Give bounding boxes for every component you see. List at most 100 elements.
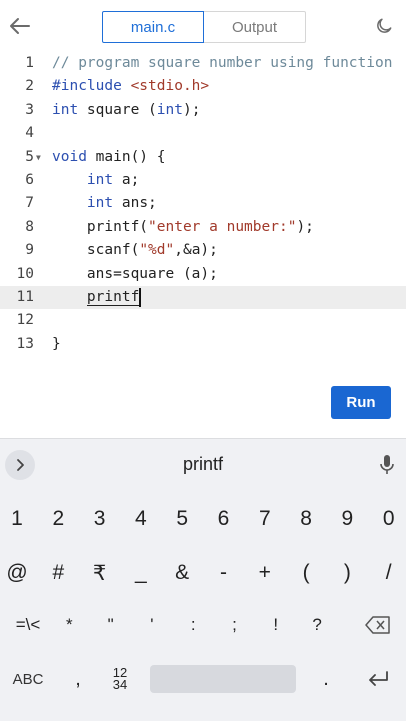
line-number: 2 [25,78,34,95]
arrow-left-icon [10,18,30,34]
chevron-right-icon [17,459,24,471]
code-line[interactable]: 12 [0,309,406,332]
code-text: printf("enter a number:"); [52,216,314,239]
symbol-key[interactable]: @ [0,551,37,595]
abc-key[interactable]: ABC [8,657,48,701]
code-text: scanf("%d",&a); [52,239,218,262]
enter-key[interactable] [358,657,398,701]
backspace-key[interactable] [358,603,398,647]
code-token: <stdio.h> [130,78,210,95]
symbol-key[interactable]: # [38,551,78,595]
code-line[interactable]: 7 int ans; [0,192,406,215]
voice-input-button[interactable] [376,453,398,477]
digit-key[interactable]: 6 [204,497,244,541]
punctuation-key[interactable]: ? [297,603,337,647]
dark-mode-toggle[interactable] [372,14,396,38]
digit-key[interactable]: 2 [38,497,78,541]
symbol-key[interactable]: - [204,551,244,595]
moon-icon [377,18,392,33]
code-token: "enter a number:" [148,218,297,235]
backspace-icon [365,616,390,634]
code-line[interactable]: 9 scanf("%d",&a); [0,239,406,262]
code-token: printf [86,289,140,306]
fold-toggle-icon[interactable]: ▼ [36,146,41,169]
punctuation-key[interactable]: ' [132,603,172,647]
code-token: ); [182,101,201,118]
period-key[interactable]: . [306,657,346,701]
space-key[interactable] [150,665,296,693]
punctuation-key[interactable]: : [173,603,213,647]
comma-key[interactable]: , [58,657,98,701]
line-number: 12 [16,312,34,329]
code-token: // program square number using function [52,55,393,71]
word-suggestion[interactable]: printf [150,454,256,475]
code-token: printf( [52,218,149,235]
code-line[interactable]: 2 #include <stdio.h> [0,75,406,98]
symbol-key[interactable]: ₹ [80,551,120,595]
code-line[interactable]: 4 [0,122,406,145]
symbol-key[interactable]: _ [121,551,161,595]
code-token: ); [296,218,314,235]
punctuation-key[interactable]: ; [215,603,255,647]
digit-key[interactable]: 4 [121,497,161,541]
code-text: int ans; [52,192,157,215]
code-line[interactable]: 5 ▼ void main() { [0,146,406,169]
code-text: printf [52,286,142,309]
suggestion-bar: printf [0,439,406,491]
code-text: int square (int); [52,99,200,122]
code-line[interactable]: 10 ans=square (a); [0,263,406,286]
code-line[interactable]: 11 printf [0,286,406,309]
punctuation-key[interactable]: =\< [8,603,48,647]
digit-key[interactable]: 0 [369,497,406,541]
run-button[interactable]: Run [331,386,391,419]
code-line[interactable]: 8 printf("enter a number:"); [0,216,406,239]
code-text: int a; [52,169,139,192]
line-number: 9 [25,242,34,259]
code-token: void [52,148,87,165]
code-text: void main() { [52,146,166,169]
code-text: } [52,333,61,356]
symbol-key[interactable]: + [245,551,285,595]
code-line[interactable]: 1 // program square number using function [0,52,406,75]
code-line[interactable]: 13} [0,333,406,356]
tab-output[interactable]: Output [204,11,306,43]
code-editor[interactable]: 1 // program square number using function… [0,52,406,372]
line-number: 11 [16,289,34,305]
digit-key[interactable]: 5 [162,497,202,541]
digit-key[interactable]: 3 [80,497,120,541]
code-token: "%d" [139,242,175,259]
file-tabs: main.c Output [102,11,306,43]
punctuation-key[interactable]: * [49,603,89,647]
code-text: ans=square (a); [52,263,218,286]
digit-key[interactable]: 8 [286,497,326,541]
toolbar-expand-button[interactable] [5,450,35,480]
symbol-key[interactable]: ( [286,551,326,595]
digit-key[interactable]: 7 [245,497,285,541]
digit-key[interactable]: 1 [0,497,37,541]
code-line[interactable]: 3 int square (int); [0,99,406,122]
line-number: 1 [25,55,34,71]
symbol-key[interactable]: / [369,551,406,595]
code-text: // program square number using function [52,52,392,75]
code-token: int [52,101,79,118]
numpad-key[interactable]: 12 34 [100,657,140,701]
back-button[interactable] [6,12,34,40]
code-text: #include <stdio.h> [52,75,209,98]
line-number: 13 [16,335,34,352]
line-number: 6 [25,172,34,188]
symbol-key[interactable]: & [162,551,202,595]
digit-key[interactable]: 9 [327,497,367,541]
tab-main-c[interactable]: main.c [102,11,204,43]
symbol-key[interactable]: ) [327,551,367,595]
line-number: 8 [25,218,34,235]
code-token: int [86,172,114,188]
line-number: 4 [25,125,34,142]
microphone-icon [380,455,394,474]
punctuation-key[interactable]: " [91,603,131,647]
code-token: } [52,335,61,352]
punctuation-key[interactable]: ! [256,603,296,647]
code-token: ans; [113,195,157,212]
code-token: square ( [78,101,157,118]
code-line[interactable]: 6 int a; [0,169,406,192]
